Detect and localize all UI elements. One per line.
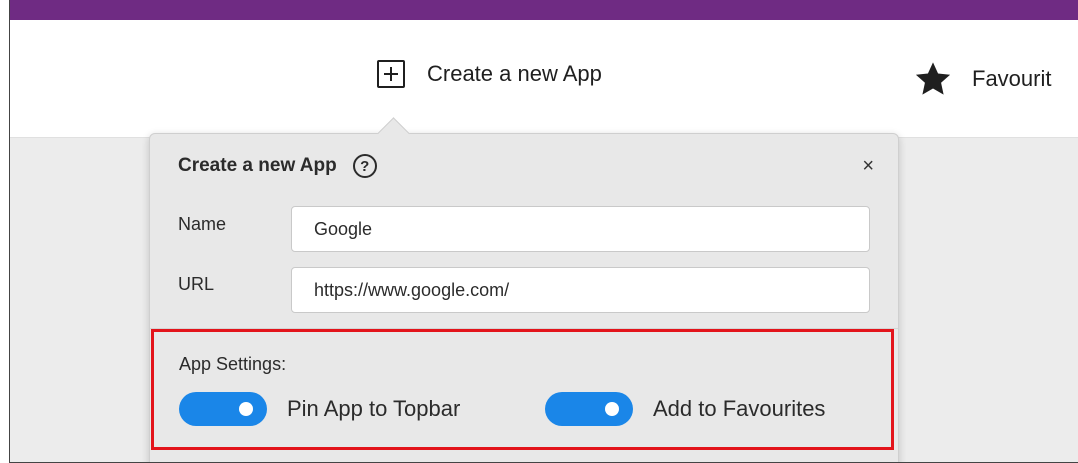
app-settings-title: App Settings:: [179, 354, 287, 374]
url-field[interactable]: [291, 267, 870, 313]
app-settings-section: App Settings: Pin App to Topbar Add to F…: [151, 329, 894, 450]
question-circle-icon[interactable]: ?: [352, 154, 377, 178]
pin-to-topbar-toggle[interactable]: [179, 392, 267, 426]
toggle-knob: [605, 402, 619, 416]
name-label: Name: [178, 214, 227, 234]
add-to-favourites-toggle[interactable]: [545, 392, 633, 426]
create-app-popup: Create a new App ? × Name URL App Settin…: [149, 117, 899, 462]
url-label: URL: [178, 274, 215, 294]
star-icon: [915, 62, 951, 95]
pin-to-topbar-label: Pin App to Topbar: [287, 396, 461, 421]
app-window: Create a new App Favourit Create a new A…: [9, 0, 1078, 463]
pin-to-topbar-toggle-row[interactable]: Pin App to Topbar: [179, 392, 460, 426]
favourites-label: Favourit: [972, 66, 1052, 91]
top-navigation-bar: Create a new App Favourit: [10, 20, 1078, 138]
accent-strip: [10, 0, 1078, 20]
name-field[interactable]: [291, 206, 870, 252]
favourites-nav-item[interactable]: Favourit: [914, 60, 1051, 98]
create-app-nav-item[interactable]: Create a new App: [377, 60, 602, 88]
plus-square-icon: [377, 60, 405, 88]
create-app-label: Create a new App: [427, 61, 602, 86]
add-to-favourites-toggle-row[interactable]: Add to Favourites: [545, 392, 825, 426]
toggle-knob: [239, 402, 253, 416]
popup-title: Create a new App ?: [178, 154, 377, 178]
popup-title-text: Create a new App: [178, 155, 337, 176]
add-to-favourites-label: Add to Favourites: [653, 396, 826, 421]
close-icon[interactable]: ×: [862, 156, 874, 176]
